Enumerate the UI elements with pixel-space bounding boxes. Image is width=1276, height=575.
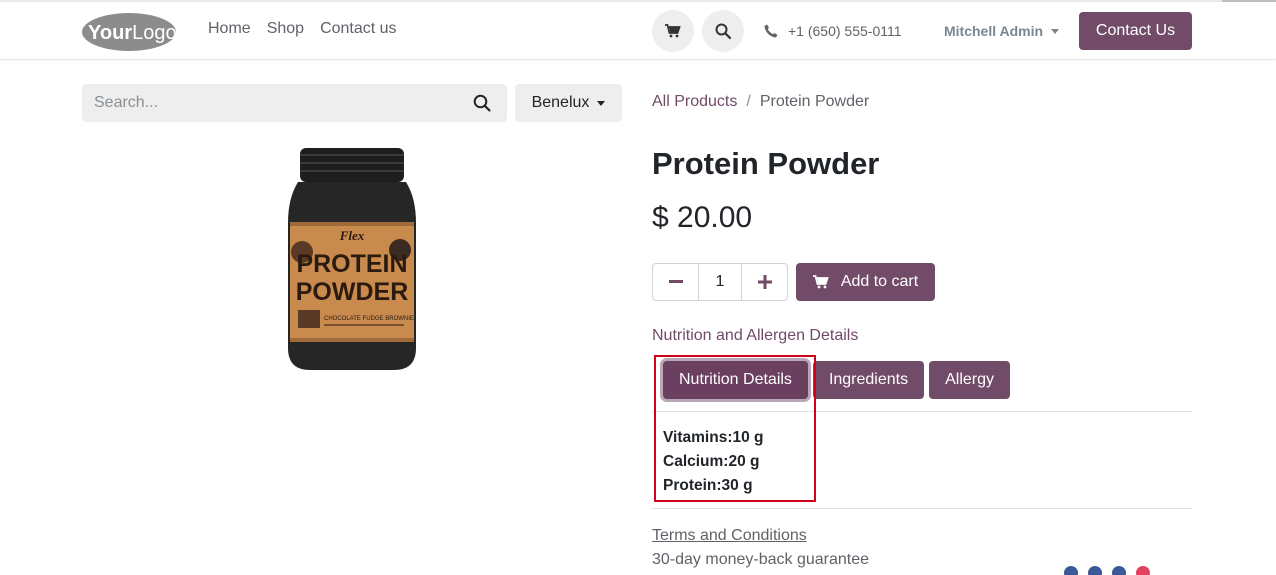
main-nav: Home Shop Contact us [208,20,397,38]
terms-link[interactable]: Terms and Conditions [652,527,807,545]
product-price: $ 20.00 [652,201,753,234]
search-submit-button[interactable] [473,94,491,117]
twitter-icon[interactable] [1088,566,1102,575]
social-share-icons [1064,566,1150,575]
product-image[interactable]: Flex PROTEIN POWDER CHOCOLATE FUDGE BROW… [286,148,418,372]
product-search [82,84,507,122]
quantity-input[interactable]: 1 [698,264,742,300]
user-menu[interactable]: Mitchell Admin [944,23,1060,39]
search-input[interactable] [82,84,507,122]
pricelist-label: Benelux [531,94,590,111]
minus-icon [668,280,683,283]
breadcrumb: All Products / Protein Powder [652,93,869,111]
phone-icon [764,24,778,38]
tab-allergy[interactable]: Allergy [929,361,1011,399]
product-title: Protein Powder [652,146,880,181]
cart-icon [665,24,681,38]
add-to-cart-label: Add to cart [840,273,919,290]
site-logo[interactable]: YourLogo [82,12,177,52]
nav-contact-us[interactable]: Contact us [320,20,396,38]
breadcrumb-all-products[interactable]: All Products [652,93,737,111]
nav-home[interactable]: Home [208,20,251,38]
search-icon [473,94,491,112]
pricelist-dropdown[interactable]: Benelux [515,84,622,122]
phone-number: +1 (650) 555-0111 [788,23,902,39]
svg-text:YourLogo: YourLogo [88,22,177,44]
linkedin-icon[interactable] [1112,566,1126,575]
nutrition-heading: Nutrition and Allergen Details [652,327,859,344]
quantity-decrease-button[interactable] [653,264,698,300]
jar-text-line2: POWDER [296,278,409,306]
highlight-box [654,355,816,502]
quantity-stepper: 1 [652,263,788,301]
search-icon [715,23,731,39]
chevron-down-icon [1051,28,1060,34]
breadcrumb-separator: / [746,93,751,110]
cart-icon [812,275,829,289]
top-navbar: YourLogo Home Shop Contact us +1 (650) 5… [0,2,1276,60]
contact-us-button[interactable]: Contact Us [1079,12,1192,50]
tab-ingredients[interactable]: Ingredients [812,361,925,399]
pinterest-icon[interactable] [1136,566,1150,575]
plus-icon [757,275,772,289]
facebook-icon[interactable] [1064,566,1078,575]
divider [652,508,1192,509]
jar-flavor-text: CHOCOLATE FUDGE BROWNIE [324,316,414,322]
quantity-increase-button[interactable] [742,264,787,300]
protein-jar-image: Flex PROTEIN POWDER CHOCOLATE FUDGE BROW… [288,148,416,370]
cart-button[interactable] [652,10,694,52]
chevron-down-icon [597,100,606,106]
guarantee-text: 30-day money-back guarantee [652,551,870,568]
jar-text-line1: PROTEIN [296,250,407,278]
nav-shop[interactable]: Shop [267,20,304,38]
user-name: Mitchell Admin [944,23,1044,39]
logo-mark: YourLogo [82,13,177,51]
phone-contact[interactable]: +1 (650) 555-0111 [764,23,902,39]
breadcrumb-current: Protein Powder [759,93,870,110]
jar-brand-text: Flex [339,228,365,243]
add-to-cart-button[interactable]: Add to cart [796,263,935,301]
header-search-button[interactable] [702,10,744,52]
